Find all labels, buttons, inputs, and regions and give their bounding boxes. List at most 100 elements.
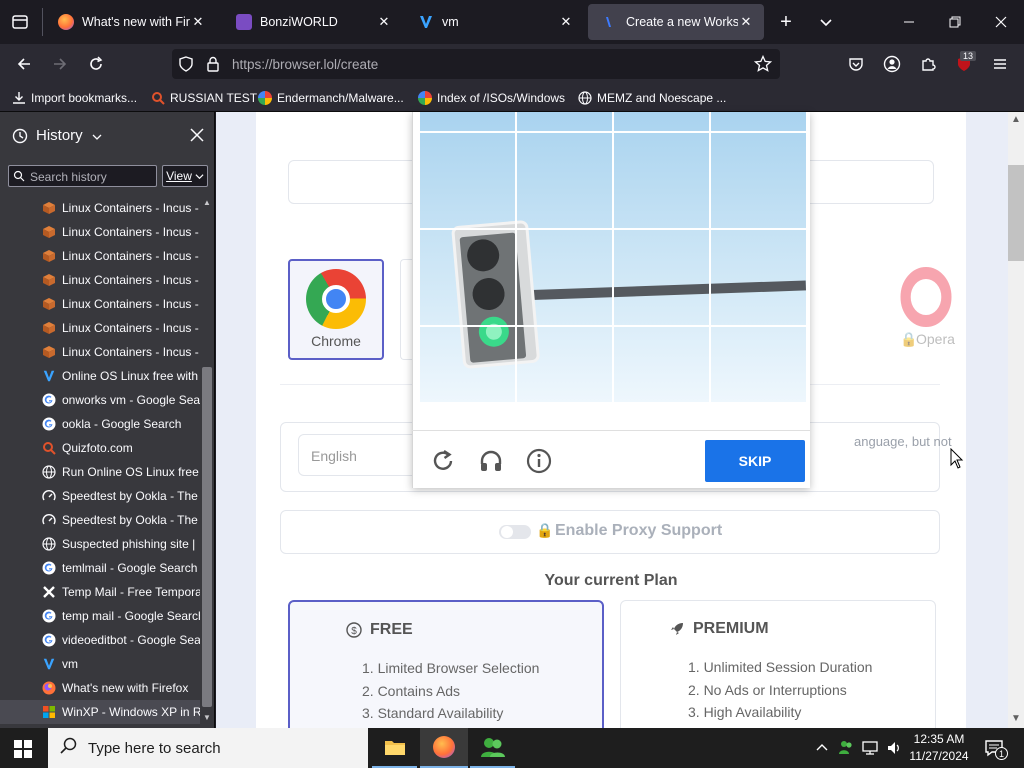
- close-window-icon[interactable]: [978, 0, 1024, 44]
- history-item[interactable]: Speedtest by Ookla - The: [0, 508, 200, 532]
- history-item[interactable]: Linux Containers - Incus -: [0, 268, 200, 292]
- audio-challenge-icon[interactable]: [478, 448, 504, 477]
- history-item[interactable]: Linux Containers - Incus -: [0, 220, 200, 244]
- history-item[interactable]: vm: [0, 652, 200, 676]
- search-glass-icon: [42, 441, 56, 455]
- address-bar[interactable]: https://browser.lol/create: [172, 49, 780, 79]
- scroll-up-arrow-icon[interactable]: ▲: [1011, 114, 1021, 125]
- list-tabs-chevron-icon[interactable]: [812, 10, 840, 34]
- menu-hamburger-icon[interactable]: [986, 52, 1014, 76]
- history-item[interactable]: videoeditbot - Google Sea: [0, 628, 200, 652]
- tab-create-workspace[interactable]: Create a new Workspace ✕: [588, 4, 764, 40]
- close-tab-icon[interactable]: ✕: [376, 14, 392, 30]
- view-label: View: [166, 169, 192, 183]
- browser-option-opera[interactable]: 🔒 Opera: [854, 259, 955, 360]
- bookmark-star-icon[interactable]: [753, 54, 773, 76]
- extensions-puzzle-icon[interactable]: [914, 52, 942, 76]
- chrome-icon-center: [322, 285, 350, 313]
- volume-icon[interactable]: [886, 740, 902, 759]
- history-search-input[interactable]: Search history: [8, 165, 157, 187]
- captcha-image[interactable]: [420, 112, 806, 402]
- chevron-down-icon[interactable]: [92, 131, 102, 145]
- pocket-icon[interactable]: [842, 52, 870, 76]
- history-item[interactable]: Linux Containers - Incus -: [0, 340, 200, 364]
- clock-time: 12:35 AM: [913, 732, 965, 746]
- tab-bonziworld[interactable]: BonziWORLD ✕: [222, 4, 402, 40]
- firefox-icon: [42, 681, 56, 695]
- tab-vm[interactable]: vm ✕: [404, 4, 584, 40]
- history-item[interactable]: Speedtest by Ookla - The: [0, 484, 200, 508]
- close-tab-icon[interactable]: ✕: [558, 14, 574, 30]
- info-icon[interactable]: [526, 448, 552, 477]
- history-item[interactable]: What's new with Firefox: [0, 676, 200, 700]
- history-item[interactable]: temlmail - Google Search: [0, 556, 200, 580]
- history-item[interactable]: Linux Containers - Incus -: [0, 196, 200, 220]
- lock-icon[interactable]: [206, 56, 220, 75]
- system-clock[interactable]: 12:35 AM 11/27/2024: [906, 731, 972, 765]
- reload-icon[interactable]: [82, 52, 110, 76]
- scroll-down-arrow-icon[interactable]: ▼: [203, 713, 211, 722]
- bookmark-label: MEMZ and Noescape ...: [597, 91, 727, 105]
- minimize-icon[interactable]: [886, 0, 932, 44]
- history-item[interactable]: WinXP - Windows XP in R: [0, 700, 200, 724]
- forward-arrow-icon[interactable]: [46, 52, 74, 76]
- taskbar-file-explorer[interactable]: [372, 728, 417, 768]
- history-item[interactable]: Linux Containers - Incus -: [0, 292, 200, 316]
- tray-people-icon[interactable]: [838, 739, 854, 758]
- close-tab-icon[interactable]: ✕: [738, 14, 754, 30]
- tab-title: What's new with Firefox: [82, 15, 190, 29]
- mouse-cursor-icon: [950, 447, 964, 473]
- close-tab-icon[interactable]: ✕: [190, 14, 206, 30]
- view-dropdown[interactable]: View: [162, 165, 208, 187]
- bookmark-label: Index of /ISOs/Windows: [437, 91, 566, 105]
- taskbar-people-app[interactable]: [470, 728, 515, 768]
- history-item[interactable]: Suspected phishing site |: [0, 532, 200, 556]
- plan-card-premium[interactable]: PREMIUM 1. Unlimited Session Duration 2.…: [620, 600, 936, 728]
- history-item-label: videoeditbot - Google Sea: [62, 633, 200, 647]
- history-item[interactable]: Linux Containers - Incus -: [0, 316, 200, 340]
- history-item[interactable]: Run Online OS Linux free: [0, 460, 200, 484]
- bookmark-memz[interactable]: MEMZ and Noescape ...: [578, 90, 726, 106]
- history-item[interactable]: temp mail - Google Search: [0, 604, 200, 628]
- scroll-up-arrow-icon[interactable]: ▲: [203, 198, 211, 207]
- firefox-view-icon[interactable]: [6, 10, 34, 34]
- skip-button[interactable]: SKIP: [705, 440, 805, 482]
- bookmark-russian-test[interactable]: RUSSIAN TEST: [151, 90, 257, 106]
- network-icon[interactable]: [862, 740, 878, 759]
- show-hidden-icons-chevron-icon[interactable]: [815, 740, 829, 757]
- bookmark-label: RUSSIAN TEST: [170, 91, 258, 105]
- account-icon[interactable]: [878, 52, 906, 76]
- history-item[interactable]: Temp Mail - Free Tempora: [0, 580, 200, 604]
- back-arrow-icon[interactable]: [10, 52, 38, 76]
- globe-icon: [42, 465, 56, 479]
- reload-challenge-icon[interactable]: [430, 448, 456, 477]
- plan-feature: 3. High Availability: [688, 704, 802, 720]
- new-tab-icon[interactable]: +: [772, 10, 800, 34]
- tab-firefox-new[interactable]: What's new with Firefox ✕: [44, 4, 216, 40]
- chevron-down-icon: [195, 173, 204, 179]
- bookmark-import[interactable]: Import bookmarks...: [12, 90, 137, 106]
- restore-icon[interactable]: [932, 0, 978, 44]
- google-icon: [42, 417, 56, 431]
- google-icon: [42, 633, 56, 647]
- tab-title: BonziWORLD: [260, 15, 338, 29]
- history-item[interactable]: Linux Containers - Incus -: [0, 244, 200, 268]
- tracking-shield-icon[interactable]: [178, 56, 194, 75]
- page-scrollbar-thumb[interactable]: [1008, 165, 1024, 261]
- history-item[interactable]: Quizfoto.com: [0, 436, 200, 460]
- bookmark-endermanch[interactable]: Endermanch/Malware...: [258, 90, 404, 106]
- plan-card-free[interactable]: $ FREE 1. Limited Browser Selection 2. C…: [288, 600, 604, 728]
- history-item-label: Linux Containers - Incus -: [62, 273, 199, 287]
- taskbar-firefox[interactable]: [420, 728, 468, 768]
- sidebar-scrollbar-thumb[interactable]: [202, 367, 212, 707]
- browser-option-chrome[interactable]: Chrome: [288, 259, 384, 360]
- history-item[interactable]: Online OS Linux free with: [0, 364, 200, 388]
- bookmark-isos-windows[interactable]: Index of /ISOs/Windows: [418, 90, 565, 106]
- sidebar-title[interactable]: History: [36, 127, 83, 144]
- history-item[interactable]: onworks vm - Google Sear: [0, 388, 200, 412]
- windows-start-icon[interactable]: [14, 740, 32, 761]
- history-item[interactable]: ookla - Google Search: [0, 412, 200, 436]
- close-sidebar-icon[interactable]: [190, 128, 204, 145]
- taskbar-search-box[interactable]: Type here to search: [48, 728, 368, 768]
- scroll-down-arrow-icon[interactable]: ▼: [1011, 713, 1021, 724]
